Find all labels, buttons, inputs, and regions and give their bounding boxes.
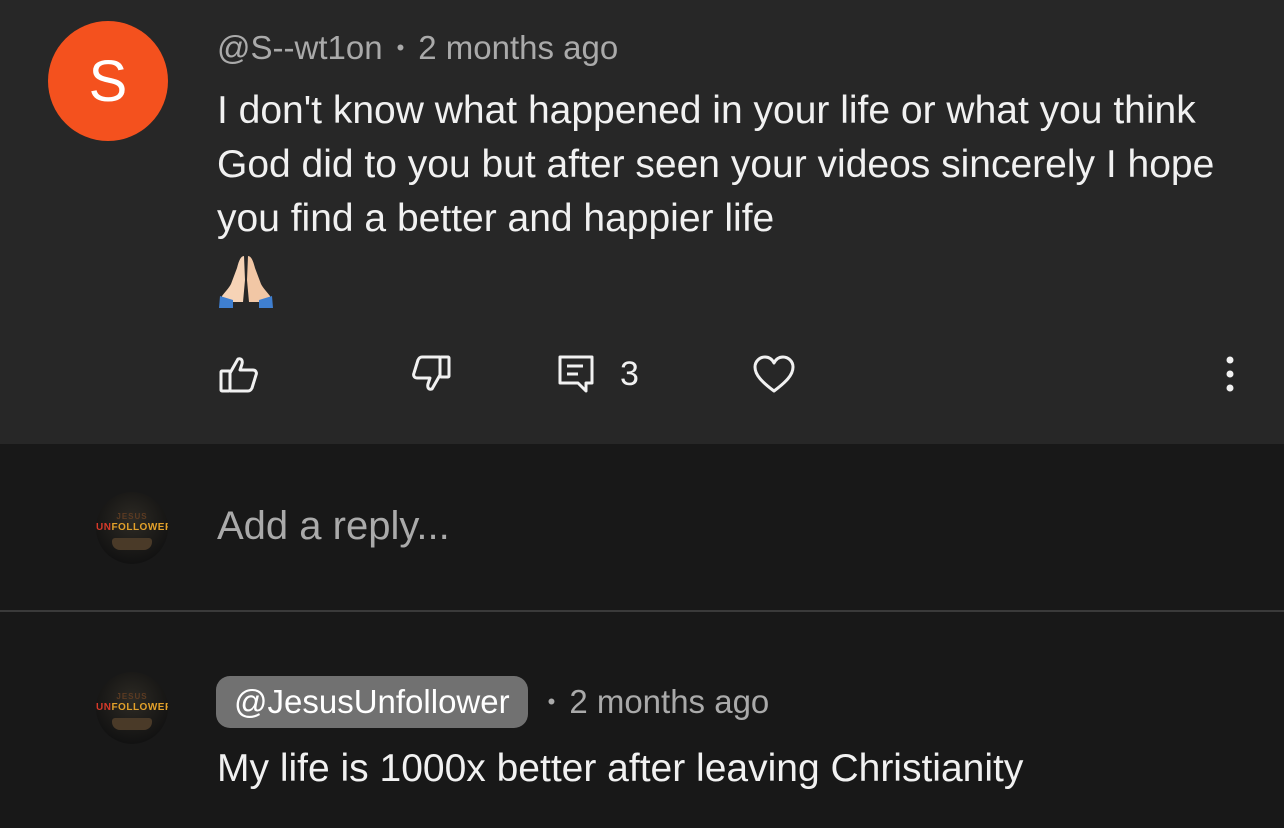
like-button[interactable] — [218, 344, 260, 404]
heart-icon — [753, 355, 795, 393]
book-icon — [112, 538, 152, 550]
top-comment: S @S--wt1on • 2 months ago I don't know … — [0, 0, 1284, 444]
avatar-logo-top: JESUS — [116, 692, 148, 701]
add-reply-input[interactable]: Add a reply... — [217, 504, 450, 549]
comment-time: 2 months ago — [418, 29, 619, 66]
thumbs-down-icon — [412, 355, 451, 391]
more-options-button[interactable] — [1220, 344, 1240, 404]
avatar-logo-top: JESUS — [116, 512, 148, 521]
comment-icon — [558, 355, 594, 393]
commenter-avatar[interactable]: S — [48, 21, 168, 141]
comment-actions: 3 — [0, 344, 1284, 404]
reply-meta: @JesusUnfollower • 2 months ago — [216, 676, 769, 728]
folded-hands-emoji — [219, 256, 273, 308]
heart-button[interactable] — [752, 344, 796, 404]
comment-author[interactable]: @S--wt1on — [217, 29, 383, 67]
reply-time: 2 months ago — [569, 683, 770, 720]
reply-comment: JESUS UNFOLLOWER @JesusUnfollower • 2 mo… — [0, 614, 1284, 828]
comment-body: I don't know what happened in your life … — [217, 84, 1247, 308]
book-icon — [112, 718, 152, 730]
avatar-logo-text: UNFOLLOWER — [96, 702, 168, 713]
more-vertical-icon — [1226, 356, 1234, 392]
reply-author-avatar[interactable]: JESUS UNFOLLOWER — [96, 672, 168, 744]
thumbs-up-icon — [219, 357, 258, 393]
dislike-button[interactable] — [410, 344, 452, 404]
reply-author-chip[interactable]: @JesusUnfollower — [216, 676, 528, 728]
reply-button[interactable]: 3 — [556, 344, 639, 404]
avatar-letter: S — [88, 48, 128, 114]
reply-count: 3 — [620, 354, 639, 393]
avatar-logo-gold: FOLLOWER — [111, 522, 168, 533]
avatar-logo-red: UN — [96, 522, 112, 533]
meta-separator: • — [547, 689, 556, 714]
comment-text: I don't know what happened in your life … — [217, 89, 1215, 240]
reply-text: My life is 1000x better after leaving Ch… — [217, 747, 1024, 790]
channel-avatar[interactable]: JESUS UNFOLLOWER — [96, 492, 168, 564]
avatar-logo-text: UNFOLLOWER — [96, 522, 168, 533]
comment-meta: @S--wt1on • 2 months ago — [217, 26, 618, 70]
avatar-logo-gold: FOLLOWER — [111, 702, 168, 713]
add-reply-bar: JESUS UNFOLLOWER Add a reply... — [0, 444, 1284, 612]
meta-separator: • — [396, 35, 405, 60]
avatar-logo-red: UN — [96, 702, 112, 713]
